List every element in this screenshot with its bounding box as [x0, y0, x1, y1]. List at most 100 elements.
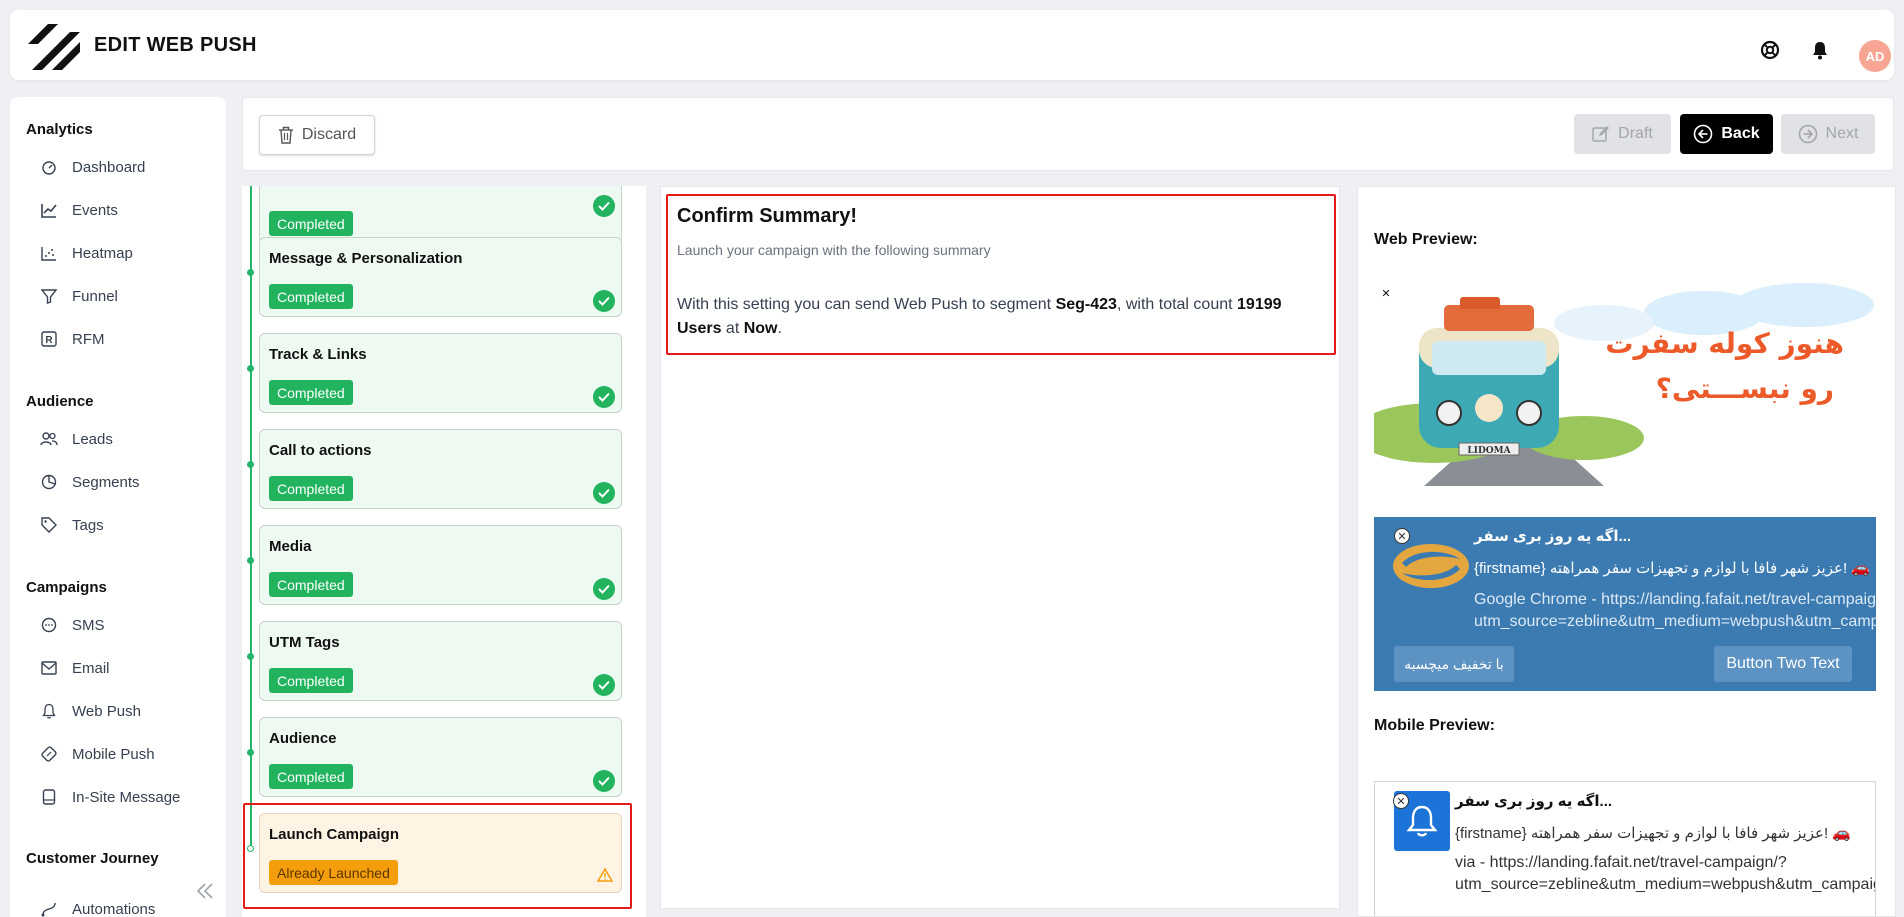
step-title: Media	[269, 538, 312, 555]
bell-icon	[40, 702, 58, 720]
trash-icon	[278, 126, 293, 144]
discard-label: Discard	[301, 126, 357, 143]
users-icon	[40, 430, 58, 448]
sidebar-item-events[interactable]: Events	[40, 197, 118, 223]
mobile-notification-url: via - https://landing.fafait.net/travel-…	[1455, 854, 1876, 893]
banner-text-line2: رو نبســـتی؟	[1656, 372, 1834, 405]
support-icon[interactable]	[1759, 39, 1781, 61]
notification-button-two[interactable]: Button Two Text	[1714, 646, 1852, 682]
draft-label: Draft	[1618, 125, 1653, 142]
send-time: Now	[743, 320, 778, 337]
check-icon	[593, 578, 615, 600]
campaign-banner-image: LIDOMA هنوز کوله سفرت رو نبســـتی؟ ✕	[1374, 283, 1876, 486]
sidebar-item-label: Events	[72, 201, 118, 219]
pie-chart-icon	[40, 473, 58, 491]
segment-name: Seg-423	[1055, 296, 1117, 313]
sidebar-item-label: Dashboard	[72, 158, 146, 176]
funnel-icon	[40, 287, 58, 305]
status-badge: Already Launched	[269, 860, 398, 885]
step-launch-campaign[interactable]: Launch Campaign Already Launched	[259, 813, 622, 893]
close-icon[interactable]: ✕	[1393, 793, 1409, 809]
collapse-sidebar-icon[interactable]	[194, 880, 216, 902]
next-button[interactable]: Next	[1781, 114, 1875, 154]
sidebar-item-mobile-push[interactable]: Mobile Push	[40, 741, 155, 767]
timeline-dot-current	[247, 845, 254, 852]
back-button[interactable]: Back	[1680, 114, 1773, 154]
user-avatar[interactable]: AD	[1859, 40, 1891, 72]
summary-title: Confirm Summary!	[677, 205, 858, 227]
check-icon	[593, 386, 615, 408]
van-plate: LIDOMA	[1467, 446, 1511, 456]
brand-logo-icon[interactable]	[26, 22, 84, 72]
status-badge: Completed	[269, 211, 353, 236]
sidebar-item-label: Web Push	[72, 702, 141, 720]
summary-panel: Confirm Summary! Launch your campaign wi…	[660, 186, 1340, 909]
timeline-dot	[247, 749, 254, 756]
sidebar-item-label: In-Site Message	[72, 788, 181, 806]
close-icon[interactable]: ✕	[1378, 285, 1394, 301]
status-badge: Completed	[269, 764, 353, 789]
step-utm-tags[interactable]: UTM Tags Completed	[259, 621, 622, 701]
step-title: Audience	[269, 730, 337, 747]
timeline-dot	[247, 557, 254, 564]
top-header: EDIT WEB PUSH AD	[10, 10, 1894, 80]
sidebar-item-automations[interactable]: Automations	[40, 896, 155, 917]
page-title: EDIT WEB PUSH	[94, 34, 257, 56]
sidebar-item-rfm[interactable]: R RFM	[40, 326, 105, 352]
draft-button[interactable]: Draft	[1574, 114, 1671, 154]
sidebar-item-tags[interactable]: Tags	[40, 512, 104, 538]
sidebar-item-web-push[interactable]: Web Push	[40, 698, 141, 724]
status-badge: Completed	[269, 572, 353, 597]
notification-button-one[interactable]: با تخفیف میچسبه	[1394, 646, 1514, 682]
sidebar-item-label: Segments	[72, 473, 140, 491]
sidebar-item-heatmap[interactable]: Heatmap	[40, 240, 133, 266]
notification-body: {firstname} عزیز شهر فافا با لوازم و تجه…	[1474, 560, 1870, 577]
sidebar-item-segments[interactable]: Segments	[40, 469, 140, 495]
next-label: Next	[1825, 125, 1859, 142]
step-call-to-actions[interactable]: Call to actions Completed	[259, 429, 622, 509]
notifications-bell-icon[interactable]	[1809, 39, 1831, 61]
status-badge: Completed	[269, 668, 353, 693]
discard-button[interactable]: Discard	[259, 115, 375, 155]
svg-text:R: R	[45, 335, 53, 346]
mobile-preview-label: Mobile Preview:	[1374, 717, 1495, 734]
step-title: Launch Campaign	[269, 826, 400, 843]
preview-panel: Web Preview: LIDOMA هنوز کوله سفرت رو نب…	[1357, 186, 1896, 917]
timeline-dot	[247, 269, 254, 276]
step-title: UTM Tags	[269, 634, 340, 651]
web-preview-label: Web Preview:	[1374, 231, 1478, 248]
step-message-personalization[interactable]: Message & Personalization Completed	[259, 237, 622, 317]
status-badge: Completed	[269, 476, 353, 501]
step-audience[interactable]: Audience Completed	[259, 717, 622, 797]
check-icon	[593, 290, 615, 312]
notification-url: Google Chrome - https://landing.fafait.n…	[1474, 591, 1876, 630]
status-badge: Completed	[269, 284, 353, 309]
sidebar-section-campaigns: Campaigns	[26, 579, 107, 596]
edit-icon	[1592, 126, 1610, 142]
step-track-links[interactable]: Track & Links Completed	[259, 333, 622, 413]
summary-subtitle: Launch your campaign with the following …	[677, 242, 991, 258]
automation-icon	[40, 900, 58, 917]
step-card[interactable]: Completed	[259, 186, 622, 244]
sidebar-item-dashboard[interactable]: Dashboard	[40, 154, 145, 180]
sidebar-item-email[interactable]: Email	[40, 655, 110, 681]
sidebar-section-analytics: Analytics	[26, 121, 93, 138]
sidebar-item-label: Automations	[72, 900, 156, 917]
action-toolbar: Discard Draft Back Next	[242, 97, 1894, 171]
mobile-notification-preview: ✕ اگه یه روز بری سفر... {firstname} عزیز…	[1374, 781, 1876, 916]
sidebar-item-label: SMS	[72, 616, 105, 634]
step-title: Message & Personalization	[269, 250, 463, 267]
sidebar-item-sms[interactable]: SMS	[40, 612, 105, 638]
sidebar-item-label: RFM	[72, 330, 105, 348]
web-notification-preview: ✕ اگه یه روز بری سفر... {firstname} عزیز…	[1374, 517, 1876, 691]
mobile-notification-title: اگه یه روز بری سفر...	[1455, 793, 1613, 810]
sidebar-item-label: Mobile Push	[72, 745, 155, 763]
rfm-icon: R	[40, 330, 58, 348]
sidebar-item-leads[interactable]: Leads	[40, 426, 113, 452]
sidebar-item-in-site-message[interactable]: In-Site Message	[40, 784, 180, 810]
sidebar-item-label: Tags	[72, 516, 104, 534]
timeline-dot	[247, 365, 254, 372]
step-title: Track & Links	[269, 346, 367, 363]
sidebar-item-funnel[interactable]: Funnel	[40, 283, 118, 309]
step-media[interactable]: Media Completed	[259, 525, 622, 605]
